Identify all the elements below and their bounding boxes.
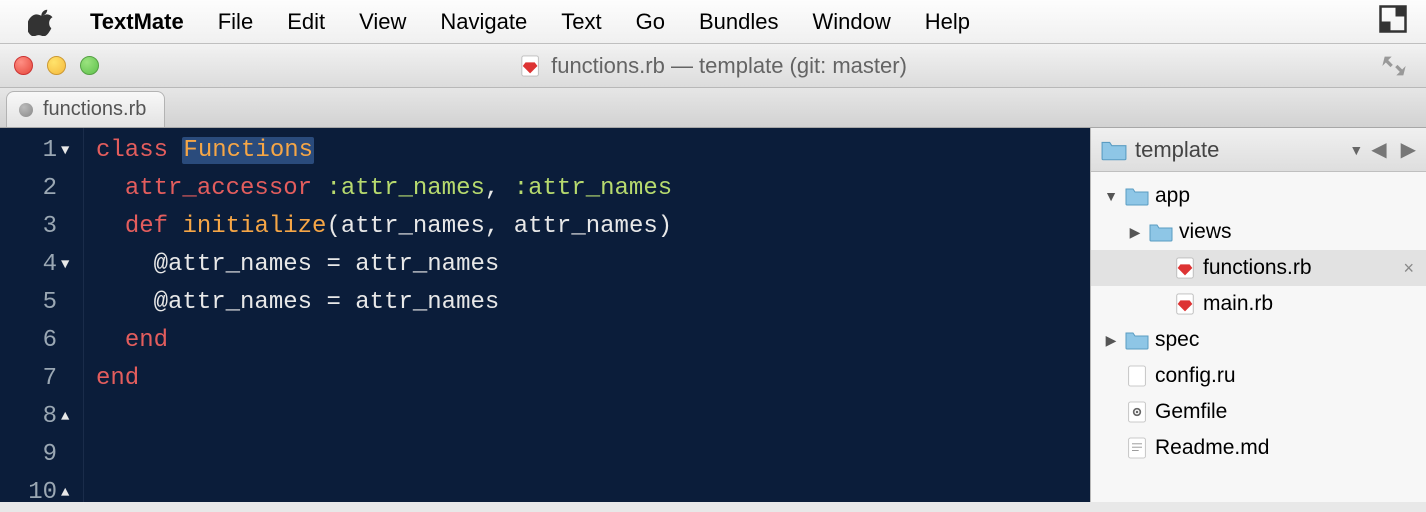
menubar: TextMate File Edit View Navigate Text Go… [0, 0, 1426, 44]
file-browser-title[interactable]: template [1135, 137, 1337, 163]
close-button[interactable] [14, 56, 33, 75]
main-split: 1▼234▼5678▲910▲ class Functions attr_acc… [0, 128, 1426, 502]
line-number: 4 [43, 246, 57, 284]
gear-icon [1125, 400, 1149, 424]
line-number: 5 [43, 284, 57, 322]
menu-go[interactable]: Go [636, 9, 665, 35]
folder-icon [1125, 186, 1149, 206]
fullscreen-icon[interactable] [1380, 52, 1408, 80]
line-number: 6 [43, 322, 57, 360]
gutter-line: 10▲ [0, 474, 83, 512]
folder-icon [1149, 222, 1173, 242]
line-number: 10 [28, 474, 57, 512]
ruby-icon [1173, 257, 1197, 279]
menu-help[interactable]: Help [925, 9, 970, 35]
menu-extra-icon[interactable] [1378, 4, 1426, 40]
ruby-file-icon [519, 55, 541, 77]
folder-icon [1101, 139, 1127, 161]
line-number: 8 [43, 398, 57, 436]
fold-icon[interactable]: ▲ [61, 474, 75, 512]
disclosure-icon[interactable]: ▼ [1103, 188, 1119, 204]
close-icon[interactable]: × [1403, 258, 1414, 279]
tabbar: functions.rb [0, 88, 1426, 128]
tree-item-label: spec [1155, 328, 1199, 352]
tree-item-label: Gemfile [1155, 400, 1227, 424]
code-content[interactable]: class Functions attr_accessor :attr_name… [84, 128, 672, 502]
tree-item-label: Readme.md [1155, 436, 1269, 460]
apple-icon[interactable] [28, 8, 56, 36]
line-number: 1 [43, 132, 57, 170]
gutter-line: 6 [0, 322, 83, 360]
gutter-line: 8▲ [0, 398, 83, 436]
traffic-lights [14, 56, 99, 75]
tree-item-label: config.ru [1155, 364, 1236, 388]
code-line[interactable]: attr_accessor :attr_names, :attr_names [96, 170, 672, 208]
menu-edit[interactable]: Edit [287, 9, 325, 35]
zoom-button[interactable] [80, 56, 99, 75]
gutter-line: 3 [0, 208, 83, 246]
gutter-line: 2 [0, 170, 83, 208]
line-number: 2 [43, 170, 57, 208]
fold-icon[interactable]: ▼ [61, 246, 75, 284]
tree-folder[interactable]: ▼ app [1091, 178, 1426, 214]
menu-navigate[interactable]: Navigate [440, 9, 527, 35]
code-editor[interactable]: 1▼234▼5678▲910▲ class Functions attr_acc… [0, 128, 1090, 502]
minimize-button[interactable] [47, 56, 66, 75]
tab-close-icon[interactable] [19, 103, 33, 117]
line-number: 9 [43, 436, 57, 474]
disclosure-icon[interactable]: ▶ [1103, 332, 1119, 349]
line-gutter: 1▼234▼5678▲910▲ [0, 128, 84, 502]
tree-file[interactable]: config.ru [1091, 358, 1426, 394]
file-tree: ▼ app ▶ views functions.rb × main.rb ▶ spec confi… [1091, 172, 1426, 466]
code-line[interactable]: def initialize(attr_names, attr_names) [96, 208, 672, 246]
code-line[interactable]: class Functions [96, 132, 672, 170]
file-browser-header: template ▼ ◀ ▶ [1091, 128, 1426, 172]
nav-arrows: ◀ ▶ [1371, 137, 1416, 162]
window-title-text: functions.rb — template (git: master) [551, 53, 907, 79]
tree-item-label: app [1155, 184, 1190, 208]
disclosure-icon[interactable]: ▶ [1127, 224, 1143, 241]
text-icon [1125, 436, 1149, 460]
tab-label: functions.rb [43, 98, 146, 121]
code-line[interactable]: @attr_names = attr_names [96, 246, 672, 284]
menu-text[interactable]: Text [561, 9, 601, 35]
tree-folder[interactable]: ▶ views [1091, 214, 1426, 250]
chevron-down-icon[interactable]: ▼ [1349, 142, 1363, 158]
tree-item-label: functions.rb [1203, 256, 1312, 280]
gutter-line: 9 [0, 436, 83, 474]
file-icon [1125, 364, 1149, 388]
menu-window[interactable]: Window [812, 9, 890, 35]
menu-app-name[interactable]: TextMate [90, 9, 184, 35]
menu-view[interactable]: View [359, 9, 406, 35]
fold-icon[interactable]: ▼ [61, 132, 75, 170]
code-line[interactable]: @attr_names = attr_names [96, 284, 672, 322]
gutter-line: 1▼ [0, 132, 83, 170]
tree-file[interactable]: functions.rb × [1091, 250, 1426, 286]
titlebar: functions.rb — template (git: master) [0, 44, 1426, 88]
line-number: 7 [43, 360, 57, 398]
tree-file[interactable]: main.rb [1091, 286, 1426, 322]
nav-back-button[interactable]: ◀ [1371, 137, 1386, 162]
folder-icon [1125, 330, 1149, 350]
code-line[interactable]: end [96, 322, 672, 360]
menu-bundles[interactable]: Bundles [699, 9, 779, 35]
code-line[interactable]: end [96, 360, 672, 398]
ruby-icon [1173, 293, 1197, 315]
file-browser: template ▼ ◀ ▶ ▼ app ▶ views functions.rb × ma… [1090, 128, 1426, 502]
nav-forward-button[interactable]: ▶ [1401, 137, 1416, 162]
tree-item-label: main.rb [1203, 292, 1273, 316]
tree-file[interactable]: Gemfile [1091, 394, 1426, 430]
gutter-line: 4▼ [0, 246, 83, 284]
tree-folder[interactable]: ▶ spec [1091, 322, 1426, 358]
tree-item-label: views [1179, 220, 1232, 244]
gutter-line: 5 [0, 284, 83, 322]
fold-icon[interactable]: ▲ [61, 398, 75, 436]
window-title: functions.rb — template (git: master) [519, 53, 907, 79]
line-number: 3 [43, 208, 57, 246]
menu-file[interactable]: File [218, 9, 253, 35]
tree-file[interactable]: Readme.md [1091, 430, 1426, 466]
gutter-line: 7 [0, 360, 83, 398]
tab-functions-rb[interactable]: functions.rb [6, 91, 165, 127]
